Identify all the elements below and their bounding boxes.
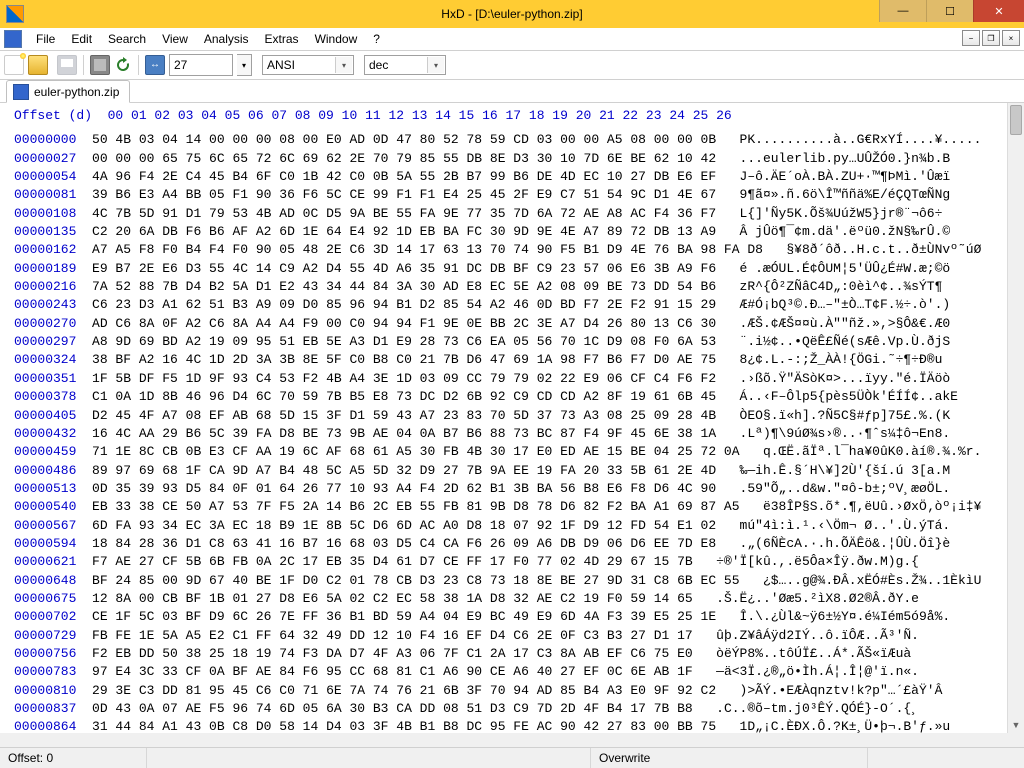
encoding-value: ANSI bbox=[267, 58, 295, 72]
menu-help[interactable]: ? bbox=[365, 30, 388, 48]
menu-view[interactable]: View bbox=[154, 30, 196, 48]
menu-search[interactable]: Search bbox=[100, 30, 154, 48]
vertical-scrollbar[interactable]: ▲ ▼ bbox=[1007, 103, 1024, 733]
bytes-per-line-input[interactable] bbox=[169, 54, 233, 76]
byte-group-button[interactable]: ↔ bbox=[145, 55, 165, 75]
refresh-button[interactable] bbox=[114, 56, 132, 74]
hex-row[interactable]: 00000081 39 B6 E3 A4 BB 05 F1 90 36 F6 5… bbox=[14, 186, 1024, 204]
hex-row[interactable]: 00000270 AD C6 8A 0F A2 C6 8A A4 A4 F9 0… bbox=[14, 315, 1024, 333]
hex-row[interactable]: 00000432 16 4C AA 29 B6 5C 39 FA D8 BE 7… bbox=[14, 425, 1024, 443]
toolbar: ↔ ▾ ANSI ▾ dec ▾ bbox=[0, 51, 1024, 80]
hex-editor[interactable]: Offset (d) 00 01 02 03 04 05 06 07 08 09… bbox=[0, 103, 1024, 733]
hex-row[interactable]: 00000459 71 1E 8C CB 0B E3 CF AA 19 6C A… bbox=[14, 443, 1024, 461]
menu-edit[interactable]: Edit bbox=[63, 30, 100, 48]
hex-row[interactable]: 00000864 31 44 84 A1 43 0B C8 D0 58 14 D… bbox=[14, 718, 1024, 733]
open-file-button[interactable] bbox=[28, 55, 48, 75]
hex-row[interactable]: 00000324 38 BF A2 16 4C 1D 2D 3A 3B 8E 5… bbox=[14, 351, 1024, 369]
hex-row[interactable]: 00000783 97 E4 3C 33 CF 0A BF AE 84 F6 9… bbox=[14, 663, 1024, 681]
mdi-close-button[interactable]: × bbox=[1002, 30, 1020, 46]
hex-row[interactable]: 00000000 50 4B 03 04 14 00 00 00 08 00 E… bbox=[14, 131, 1024, 149]
number-base-select[interactable]: dec ▾ bbox=[364, 55, 446, 75]
hex-row[interactable]: 00000594 18 84 28 36 D1 C8 63 41 16 B7 1… bbox=[14, 535, 1024, 553]
menu-file[interactable]: File bbox=[28, 30, 63, 48]
hex-row[interactable]: 00000621 F7 AE 27 CF 5B 6B FB 0A 2C 17 E… bbox=[14, 553, 1024, 571]
chevron-down-icon: ▾ bbox=[335, 57, 352, 73]
open-ram-button[interactable] bbox=[90, 55, 110, 75]
save-button[interactable] bbox=[57, 55, 77, 75]
hex-row[interactable]: 00000216 7A 52 88 7B D4 B2 5A D1 E2 43 3… bbox=[14, 278, 1024, 296]
menu-extras[interactable]: Extras bbox=[257, 30, 307, 48]
hex-row[interactable]: 00000135 C2 20 6A DB F6 B6 AF A2 6D 1E 6… bbox=[14, 223, 1024, 241]
status-mode: Overwrite bbox=[591, 748, 868, 768]
hex-row[interactable]: 00000810 29 3E C3 DD 81 95 45 C6 C0 71 6… bbox=[14, 682, 1024, 700]
hex-row[interactable]: 00000351 1F 5B DF F5 1D 9F 93 C4 53 F2 4… bbox=[14, 370, 1024, 388]
hex-row[interactable]: 00000729 FB FE 1E 5A A5 E2 C1 FF 64 32 4… bbox=[14, 627, 1024, 645]
menu-window[interactable]: Window bbox=[307, 30, 366, 48]
menu-bar: FileEditSearchViewAnalysisExtrasWindow? … bbox=[0, 28, 1024, 51]
hex-row[interactable]: 00000054 4A 96 F4 2E C4 45 B4 6F C0 1B 4… bbox=[14, 168, 1024, 186]
status-empty bbox=[868, 748, 1024, 768]
hex-row[interactable]: 00000648 BF 24 85 00 9D 67 40 BE 1F D0 C… bbox=[14, 572, 1024, 590]
app-icon bbox=[6, 5, 24, 23]
status-block bbox=[147, 748, 591, 768]
hex-row[interactable]: 00000405 D2 45 4F A7 08 EF AB 68 5D 15 3… bbox=[14, 407, 1024, 425]
hex-row[interactable]: 00000513 0D 35 39 93 D5 84 0F 01 64 26 7… bbox=[14, 480, 1024, 498]
hex-row[interactable]: 00000297 A8 9D 69 BD A2 19 09 95 51 EB 5… bbox=[14, 333, 1024, 351]
mdi-restore-button[interactable]: ❐ bbox=[982, 30, 1000, 46]
scrollbar-thumb[interactable] bbox=[1010, 105, 1022, 135]
hex-row[interactable]: 00000540 EB 33 38 CE 50 A7 53 7F F5 2A 1… bbox=[14, 498, 1024, 516]
tab-label: euler-python.zip bbox=[34, 85, 119, 99]
hex-row[interactable]: 00000189 E9 B7 2E E6 D3 55 4C 14 C9 A2 D… bbox=[14, 260, 1024, 278]
hex-row[interactable]: 00000243 C6 23 D3 A1 62 51 B3 A9 09 D0 8… bbox=[14, 296, 1024, 314]
file-icon bbox=[13, 84, 29, 100]
toolbar-separator bbox=[83, 55, 84, 75]
hex-row[interactable]: 00000162 A7 A5 F8 F0 B4 F4 F0 90 05 48 2… bbox=[14, 241, 1024, 259]
hex-row[interactable]: 00000702 CE 1F 5C 03 BF D9 6C 26 7E FF 3… bbox=[14, 608, 1024, 626]
encoding-select[interactable]: ANSI ▾ bbox=[262, 55, 354, 75]
hex-row[interactable]: 00000567 6D FA 93 34 EC 3A EC 18 B9 1E 8… bbox=[14, 517, 1024, 535]
hex-header: Offset (d) 00 01 02 03 04 05 06 07 08 09… bbox=[14, 107, 1024, 125]
menu-analysis[interactable]: Analysis bbox=[196, 30, 257, 48]
window-minimize-button[interactable]: — bbox=[879, 0, 926, 22]
number-base-value: dec bbox=[369, 58, 388, 72]
title-bar: HxD - [D:\euler-python.zip] — ☐ ✕ bbox=[0, 0, 1024, 28]
hex-row[interactable]: 00000027 00 00 00 65 75 6C 65 72 6C 69 6… bbox=[14, 150, 1024, 168]
bytes-per-line-dropdown[interactable]: ▾ bbox=[237, 54, 252, 76]
document-icon bbox=[4, 30, 22, 48]
window-title: HxD - [D:\euler-python.zip] bbox=[0, 7, 1024, 21]
tab-strip: euler-python.zip bbox=[0, 80, 1024, 103]
hex-row[interactable]: 00000108 4C 7B 5D 91 D1 79 53 4B AD 0C D… bbox=[14, 205, 1024, 223]
status-offset: Offset: 0 bbox=[0, 748, 147, 768]
hex-row[interactable]: 00000756 F2 EB DD 50 38 25 18 19 74 F3 D… bbox=[14, 645, 1024, 663]
mdi-minimize-button[interactable]: − bbox=[962, 30, 980, 46]
chevron-down-icon: ▾ bbox=[427, 57, 444, 73]
window-maximize-button[interactable]: ☐ bbox=[926, 0, 973, 22]
hex-row[interactable]: 00000486 89 97 69 68 1F CA 9D A7 B4 48 5… bbox=[14, 462, 1024, 480]
hex-row[interactable]: 00000378 C1 0A 1D 8B 46 96 D4 6C 70 59 7… bbox=[14, 388, 1024, 406]
hex-row[interactable]: 00000837 0D 43 0A 07 AE F5 96 74 6D 05 6… bbox=[14, 700, 1024, 718]
file-tab[interactable]: euler-python.zip bbox=[6, 80, 130, 103]
hex-row[interactable]: 00000675 12 8A 00 CB BF 1B 01 27 D8 E6 5… bbox=[14, 590, 1024, 608]
window-close-button[interactable]: ✕ bbox=[973, 0, 1024, 22]
status-bar: Offset: 0 Overwrite bbox=[0, 747, 1024, 768]
toolbar-separator bbox=[138, 55, 139, 75]
scroll-down-button[interactable]: ▼ bbox=[1008, 717, 1024, 733]
new-file-button[interactable] bbox=[4, 55, 24, 75]
